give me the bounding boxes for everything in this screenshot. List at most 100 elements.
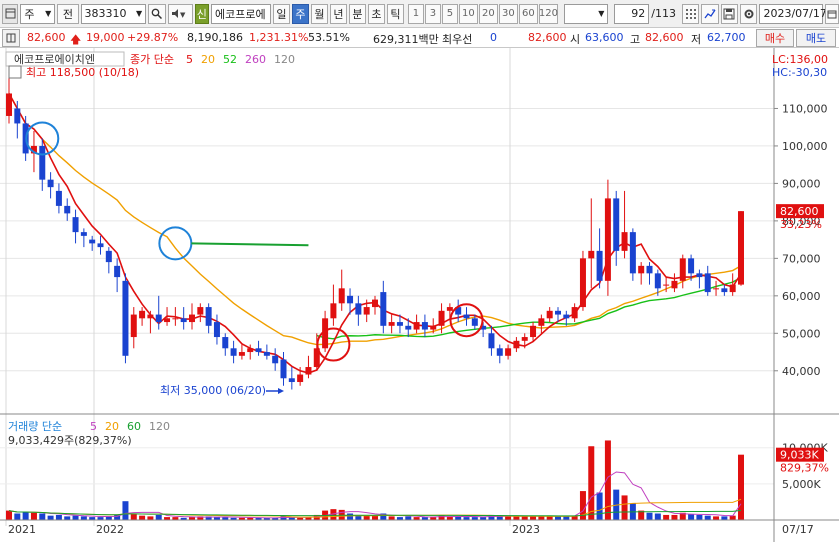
calendar-icon[interactable] — [825, 3, 839, 24]
stock-name-field[interactable]: 에코프로에 — [211, 3, 271, 24]
candle-body — [338, 288, 345, 304]
candle-body — [114, 265, 121, 278]
ma-title: 종가 단순 — [130, 53, 174, 66]
sell-button[interactable]: 매도 — [796, 29, 836, 47]
volume-bar — [147, 516, 154, 520]
grid-dots-icon[interactable] — [681, 3, 700, 24]
interval-button[interactable]: 20 — [478, 3, 498, 24]
candle-body — [47, 179, 54, 188]
period-tab[interactable]: 분 — [348, 3, 366, 24]
candle-body — [521, 337, 528, 341]
current-price-tag-label: 82,600 — [780, 205, 819, 218]
candle-body — [205, 307, 212, 326]
candle-body — [189, 314, 195, 323]
candle-body — [164, 318, 171, 323]
stock-code-input[interactable]: 383310 ▼ — [80, 3, 147, 24]
low-label: 저 — [691, 33, 702, 46]
priority-value: 0 — [490, 31, 497, 44]
current-volume-pct-label: 829,37% — [780, 462, 829, 475]
volume-bar — [596, 492, 603, 520]
high-note: 최고 118,500 (10/18) — [26, 66, 139, 79]
interval-button[interactable]: 10 — [458, 3, 478, 24]
interval-button[interactable]: 1 — [407, 3, 424, 24]
period-tab[interactable]: 틱 — [386, 3, 404, 24]
hc-label: HC:-30,30 — [772, 66, 827, 79]
candle-body — [288, 378, 295, 383]
date-field[interactable]: 2023/07/17 — [759, 3, 827, 24]
ma-period-label: 120 — [274, 53, 295, 66]
candle-body — [463, 314, 470, 319]
candle-body — [579, 258, 586, 308]
candle-body — [55, 190, 62, 206]
ma-period-label: 260 — [245, 53, 266, 66]
candle-body — [430, 325, 437, 330]
buy-button[interactable]: 매수 — [756, 29, 794, 47]
interval-button[interactable]: 3 — [424, 3, 441, 24]
volume-bar — [372, 515, 378, 520]
interval-button[interactable]: 5 — [441, 3, 458, 24]
candle-body — [488, 333, 495, 349]
period-select[interactable]: 주 ▼ — [20, 3, 56, 24]
last-price: 82,600 — [528, 31, 567, 44]
candle-body — [122, 280, 129, 356]
period-tabs: 일주월년분초틱 — [271, 3, 404, 24]
volume-value: 8,190,186 — [187, 31, 243, 44]
period-select-value: 주 — [24, 7, 35, 21]
volume-bar — [521, 516, 528, 520]
save-icon[interactable] — [720, 3, 739, 24]
current-volume-tag-label: 9,033K — [780, 449, 819, 462]
interval-buttons: 1 3 5 10 20 30 60 120 — [407, 3, 558, 24]
candle-body — [247, 348, 254, 353]
interval-button[interactable]: 30 — [498, 3, 518, 24]
period-tab[interactable]: 초 — [367, 3, 385, 24]
stock-label: 에코프로에이치엔 — [14, 53, 95, 66]
zoom-chart-icon[interactable] — [701, 3, 719, 24]
toggle-icon[interactable] — [2, 29, 20, 47]
candle-body — [363, 307, 370, 315]
quote-bar: 82,600 🡅 19,000 +29.87% 8,190,186 1,231.… — [0, 28, 839, 48]
gear-icon[interactable] — [740, 3, 758, 24]
window-menu-icon[interactable] — [2, 3, 19, 24]
search-icon[interactable] — [148, 3, 166, 24]
period-tab[interactable]: 일 — [272, 3, 290, 24]
candle-body — [688, 258, 695, 274]
chevron-down-icon: ▼ — [45, 9, 52, 18]
candle-body — [421, 322, 428, 330]
volume-bar — [729, 515, 736, 520]
volume-ma-period-label: 20 — [105, 420, 119, 433]
new-listing-badge[interactable]: 신 — [194, 3, 210, 24]
candle-body — [538, 318, 545, 326]
volume-ma-period-label: 5 — [90, 420, 97, 433]
volume-bar — [621, 495, 628, 520]
interval-select[interactable]: ▼ — [563, 3, 609, 24]
price-chart[interactable]: 40,00050,00060,00070,00080,00090,000100,… — [0, 48, 839, 542]
low-note: 최저 35,000 (06/20) — [160, 384, 266, 397]
period-tab[interactable]: 주 — [291, 3, 309, 24]
volume-bar — [47, 515, 54, 520]
candle-body — [654, 273, 661, 289]
price-change-pct: +29.87% — [127, 31, 179, 44]
speaker-icon[interactable]: ▼ — [167, 3, 193, 24]
candle-body — [613, 198, 620, 251]
period-tab[interactable]: 년 — [329, 3, 347, 24]
price-change: 19,000 — [86, 31, 125, 44]
candle-body — [272, 355, 279, 364]
interval-button[interactable]: 120 — [539, 3, 558, 24]
candle-body — [197, 307, 204, 315]
prev-button[interactable]: 전 — [57, 3, 79, 24]
candle-body — [696, 273, 703, 278]
candle-body — [97, 243, 104, 248]
candle-body — [39, 145, 46, 180]
candle-body — [230, 348, 237, 356]
candle-body — [330, 303, 337, 319]
volume-bar — [505, 516, 512, 520]
volume-value-line: 9,033,429주(829,37%) — [8, 434, 132, 447]
page-current-field[interactable]: 92 — [614, 3, 650, 24]
candle-body — [413, 322, 420, 330]
interval-button[interactable]: 60 — [518, 3, 538, 24]
candle-body — [530, 325, 537, 338]
volume-bar — [721, 516, 728, 520]
volume-bar — [513, 516, 520, 520]
period-tab[interactable]: 월 — [310, 3, 328, 24]
ma-period-label: 5 — [186, 53, 193, 66]
